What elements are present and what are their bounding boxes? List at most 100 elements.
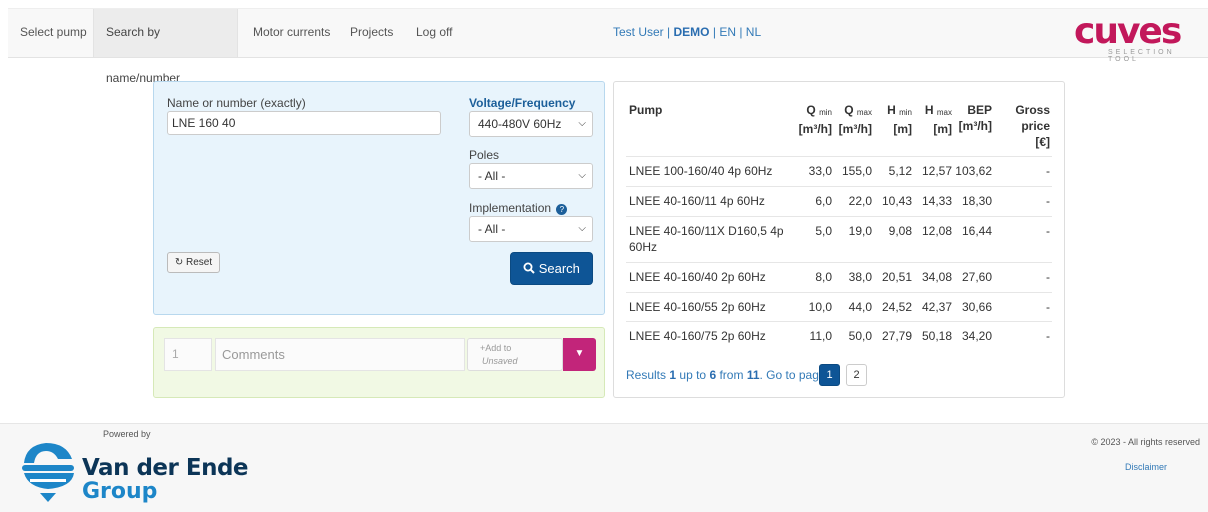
add-to-label: Add to: [485, 343, 512, 353]
hmax-sub: max: [936, 108, 952, 117]
price-cell: -: [1046, 164, 1050, 178]
hmax-cell: 14,33: [921, 194, 952, 208]
logo-text: cuves: [1074, 11, 1182, 52]
reset-button[interactable]: ↻ Reset: [167, 252, 220, 273]
qmax-cell: 38,0: [848, 270, 872, 284]
page-button-2[interactable]: 2: [846, 364, 867, 386]
pager-prefix: Results: [626, 368, 667, 382]
hmin-cell: 9,08: [888, 224, 912, 238]
pump-name-cell[interactable]: LNEE 100-160/40 4p 60Hz: [629, 163, 794, 179]
qmax-cell: 44,0: [848, 300, 872, 314]
qmin-sub: min: [819, 108, 832, 117]
chevron-down-icon: ⌵: [578, 118, 586, 129]
results-panel: Pump Q min [m³/h] Q max [m³/h] H min [m]…: [613, 81, 1065, 398]
pump-name-cell[interactable]: LNEE 40-160/11 4p 60Hz: [629, 193, 794, 209]
comments-input[interactable]: Comments: [215, 338, 465, 371]
bep-symbol: BEP: [967, 103, 992, 117]
hmin-unit: [m]: [893, 122, 912, 136]
pump-name-cell[interactable]: LNEE 40-160/55 2p 60Hz: [629, 299, 794, 315]
nav-projects[interactable]: Projects: [338, 9, 405, 57]
voltage-select[interactable]: 440-480V 60Hz ⌵: [469, 111, 593, 137]
qmax-unit: [m³/h]: [838, 122, 872, 136]
add-to-project-panel: 1 Comments +Add to Unsaved ▼: [153, 327, 605, 398]
hmax-cell: 34,08: [921, 270, 952, 284]
name-input[interactable]: LNE 160 40: [167, 111, 441, 135]
top-navbar: Select pump Search by name/number Motor …: [8, 8, 1208, 85]
qmax-cell: 22,0: [848, 194, 872, 208]
footer: Powered by Van der Ende Group © 2023 - A…: [0, 423, 1208, 512]
nav-log-off[interactable]: Log off: [404, 9, 464, 57]
hmax-cell: 12,08: [921, 224, 952, 238]
col-header-price: Gross price [€]: [1006, 102, 1050, 150]
qmax-sub: max: [856, 108, 872, 117]
bep-cell: 34,20: [961, 329, 992, 343]
project-dropdown-button[interactable]: ▼: [563, 338, 596, 371]
refresh-icon: ↻: [174, 257, 184, 268]
bep-cell: 16,44: [961, 224, 992, 238]
copyright-text: © 2023 - All rights reserved: [1091, 437, 1200, 447]
separator: |: [712, 25, 716, 39]
price-cell: -: [1046, 329, 1050, 343]
implementation-select[interactable]: - All - ⌵: [469, 216, 593, 242]
hmin-sub: min: [899, 108, 912, 117]
user-area: Test User | DEMO | EN | NL: [613, 25, 761, 39]
voltage-select-value: 440-480V 60Hz: [478, 117, 562, 131]
nav-motor-currents[interactable]: Motor currents: [241, 9, 342, 57]
disclaimer-link[interactable]: Disclaimer: [1125, 462, 1167, 472]
help-icon[interactable]: ?: [556, 204, 568, 215]
poles-select[interactable]: - All - ⌵: [469, 163, 593, 189]
add-to-project-button[interactable]: +Add to Unsaved: [467, 338, 563, 371]
user-name-link[interactable]: Test User: [613, 25, 664, 39]
bep-cell: 30,66: [961, 300, 992, 314]
separator: |: [667, 25, 671, 39]
poles-label: Poles: [469, 148, 500, 162]
qmax-cell: 155,0: [841, 164, 872, 178]
search-label: Search: [538, 261, 580, 276]
hmin-cell: 20,51: [881, 270, 912, 284]
powered-by-label: Powered by: [103, 429, 151, 439]
price-line-3: [€]: [1035, 135, 1050, 149]
col-header-bep: BEP [m³/h]: [954, 102, 992, 134]
bep-cell: 27,60: [961, 270, 992, 284]
lang-nl-link[interactable]: NL: [746, 25, 761, 39]
search-button[interactable]: Search: [510, 252, 593, 285]
hmax-unit: [m]: [933, 122, 952, 136]
col-header-pump: Pump: [629, 103, 663, 117]
lang-en-link[interactable]: EN: [719, 25, 736, 39]
hmax-symbol: H: [924, 103, 934, 117]
nav-select-pump[interactable]: Select pump: [8, 9, 99, 57]
pump-name-cell[interactable]: LNEE 40-160/11X D160,5 4p 60Hz: [629, 223, 794, 255]
qmax-cell: 50,0: [848, 329, 872, 343]
quantity-input[interactable]: 1: [164, 338, 212, 371]
qmax-symbol: Q: [844, 103, 854, 117]
hmin-cell: 24,52: [881, 300, 912, 314]
pager-to: 6: [709, 368, 717, 382]
van-der-ende-logo[interactable]: Van der Ende Group: [18, 439, 249, 509]
page-button-1[interactable]: 1: [819, 364, 840, 386]
nav-search-by-name[interactable]: Search by name/number: [93, 9, 238, 85]
caret-down-icon: ▼: [574, 348, 585, 359]
pager-of: from: [719, 368, 744, 382]
chevron-down-icon: ⌵: [578, 170, 586, 181]
curves-logo[interactable]: cuves SELECTION TOOL: [1074, 11, 1208, 64]
poles-select-value: - All -: [478, 169, 506, 183]
pump-name-cell[interactable]: LNEE 40-160/75 2p 60Hz: [629, 328, 794, 344]
qmin-symbol: Q: [806, 103, 816, 117]
logo-subtitle: SELECTION TOOL: [1108, 49, 1175, 63]
pager-text: Results 1 up to 6 from 11. Go to page:: [626, 368, 829, 382]
qmin-cell: 10,0: [808, 300, 832, 314]
reset-label: Reset: [186, 257, 213, 268]
qmin-unit: [m³/h]: [798, 122, 832, 136]
name-label: Name or number (exactly): [167, 96, 306, 110]
qmin-cell: 5,0: [815, 224, 832, 238]
bep-cell: 18,30: [961, 194, 992, 208]
price-cell: -: [1046, 224, 1050, 238]
brand-name: Van der Ende: [82, 455, 249, 481]
col-header-hmin: H min [m]: [878, 102, 912, 137]
pump-name-cell[interactable]: LNEE 40-160/40 2p 60Hz: [629, 269, 794, 285]
price-line-1: Gross: [1015, 103, 1050, 117]
qmin-cell: 8,0: [815, 270, 832, 284]
price-cell: -: [1046, 300, 1050, 314]
hmax-cell: 50,18: [921, 329, 952, 343]
col-header-qmin: Q min [m³/h]: [796, 102, 832, 137]
